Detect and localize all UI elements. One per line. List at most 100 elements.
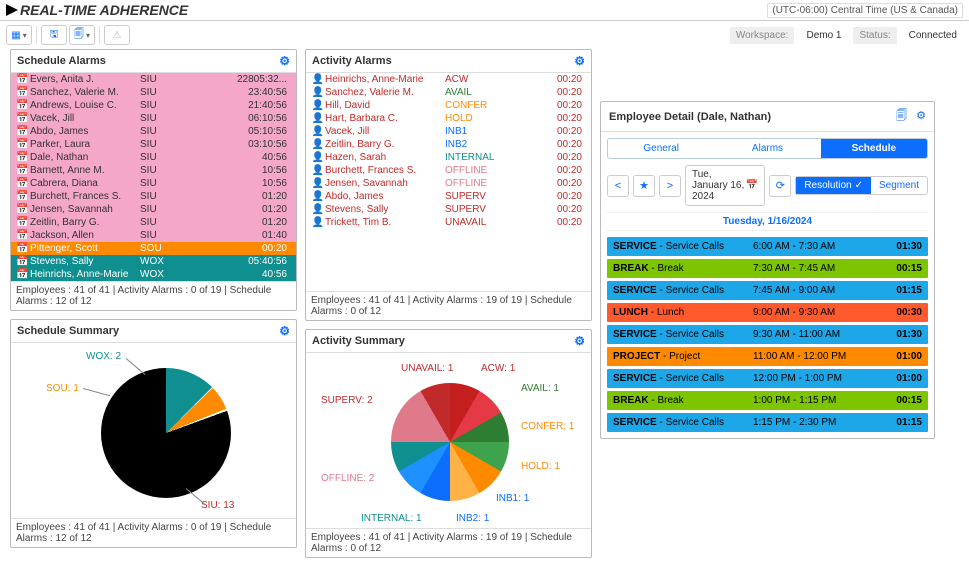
duration: 00:20 xyxy=(525,152,586,163)
state-code: SOU xyxy=(140,243,200,254)
employee-name: Abdo, James xyxy=(30,126,140,137)
activity-alarm-row[interactable]: 👤 Burchett, Frances S. OFFLINE 00:20 xyxy=(306,164,591,177)
schedule-row[interactable]: SERVICE - Service Calls 12:00 PM - 1:00 … xyxy=(607,369,928,388)
activity-alarm-row[interactable]: 👤 Sanchez, Valerie M. AVAIL 00:20 xyxy=(306,86,591,99)
schedule-row[interactable]: SERVICE - Service Calls 9:30 AM - 11:00 … xyxy=(607,325,928,344)
logo-icon xyxy=(6,4,18,16)
schedule-alarm-row[interactable]: 📅 Vacek, Jill SIU 06:10:56 xyxy=(11,112,296,125)
schedule-alarm-row[interactable]: 📅 Pittenger, Scott SOU 00:20 xyxy=(11,242,296,255)
schedule-alarm-row[interactable]: 📅 Zeitlin, Barry G. SIU 01:20 xyxy=(11,216,296,229)
layout-grid-button[interactable]: ▦ xyxy=(6,25,32,45)
next-day-button[interactable]: > xyxy=(659,175,681,197)
employee-name: Sanchez, Valerie M. xyxy=(325,87,445,98)
schedule-alarm-row[interactable]: 📅 Abdo, James SIU 05:10:56 xyxy=(11,125,296,138)
activity-alarm-row[interactable]: 👤 Hazen, Sarah INTERNAL 00:20 xyxy=(306,151,591,164)
alert-button[interactable]: ⚠ xyxy=(104,25,130,45)
app-title: REAL-TIME ADHERENCE xyxy=(6,2,188,18)
status-dot-icon: 👤 xyxy=(311,139,325,150)
schedule-duration: 00:15 xyxy=(882,395,922,406)
activity-code: SUPERV xyxy=(445,204,525,215)
schedule-alarm-row[interactable]: 📅 Evers, Anita J. SIU 22805:32... xyxy=(11,73,296,86)
gear-icon[interactable]: ⚙ xyxy=(279,54,290,68)
state-code: SIU xyxy=(140,87,200,98)
activity-alarm-row[interactable]: 👤 Abdo, James SUPERV 00:20 xyxy=(306,190,591,203)
employee-name: Trickett, Tim B. xyxy=(325,217,445,228)
offline-label: OFFLINE: 2 xyxy=(321,473,374,484)
schedule-alarm-row[interactable]: 📅 Heinrichs, Anne-Marie WOX 40:56 xyxy=(11,268,296,281)
schedule-alarm-row[interactable]: 📅 Cabrera, Diana SIU 10:56 xyxy=(11,177,296,190)
state-code: WOX xyxy=(140,256,200,267)
gear-icon[interactable]: ⚙ xyxy=(916,110,926,122)
schedule-alarms-panel: Schedule Alarms ⚙ 📅 Evers, Anita J. SIU … xyxy=(10,49,297,311)
duration: 00:20 xyxy=(525,113,586,124)
schedule-time: 9:30 AM - 11:00 AM xyxy=(753,329,882,340)
activity-code: INTERNAL xyxy=(445,152,525,163)
schedule-row[interactable]: LUNCH - Lunch 9:00 AM - 9:30 AM 00:30 xyxy=(607,303,928,322)
status-dot-icon: 👤 xyxy=(311,74,325,85)
schedule-alarm-row[interactable]: 📅 Jackson, Allen SIU 01:40 xyxy=(11,229,296,242)
activity-alarm-row[interactable]: 👤 Stevens, Sally SUPERV 00:20 xyxy=(306,203,591,216)
activity-code: CONFER xyxy=(445,100,525,111)
workspace-value[interactable]: Demo 1 xyxy=(800,27,847,44)
employee-name: Evers, Anita J. xyxy=(30,74,140,85)
gear-icon[interactable]: ⚙ xyxy=(574,54,585,68)
activity-alarm-row[interactable]: 👤 Hart, Barbara C. HOLD 00:20 xyxy=(306,112,591,125)
state-code: SIU xyxy=(140,126,200,137)
tab-general[interactable]: General xyxy=(608,139,714,158)
hold-label: HOLD: 1 xyxy=(521,461,560,472)
activity-code: OFFLINE xyxy=(445,178,525,189)
refresh-button[interactable]: ⟳ xyxy=(769,175,791,197)
schedule-type: SERVICE - Service Calls xyxy=(613,285,753,296)
schedule-row[interactable]: SERVICE - Service Calls 7:45 AM - 9:00 A… xyxy=(607,281,928,300)
schedule-alarm-row[interactable]: 📅 Barnett, Anne M. SIU 10:56 xyxy=(11,164,296,177)
tab-alarms[interactable]: Alarms xyxy=(714,139,820,158)
schedule-type: PROJECT - Project xyxy=(613,351,753,362)
tab-schedule[interactable]: Schedule xyxy=(821,139,927,158)
activity-alarm-row[interactable]: 👤 Vacek, Jill INB1 00:20 xyxy=(306,125,591,138)
schedule-alarm-row[interactable]: 📅 Jensen, Savannah SIU 01:20 xyxy=(11,203,296,216)
state-code: SIU xyxy=(140,230,200,241)
segment-button[interactable]: Segment xyxy=(871,177,927,194)
activity-alarm-row[interactable]: 👤 Heinrichs, Anne-Marie ACW 00:20 xyxy=(306,73,591,86)
schedule-row[interactable]: BREAK - Break 7:30 AM - 7:45 AM 00:15 xyxy=(607,259,928,278)
export-button[interactable]: 🗐 xyxy=(69,25,95,45)
schedule-alarm-row[interactable]: 📅 Sanchez, Valerie M. SIU 23:40:56 xyxy=(11,86,296,99)
state-code: SIU xyxy=(140,217,200,228)
gear-icon[interactable]: ⚙ xyxy=(574,334,585,348)
employee-name: Abdo, James xyxy=(325,191,445,202)
schedule-type: SERVICE - Service Calls xyxy=(613,241,753,252)
schedule-duration: 01:30 xyxy=(882,329,922,340)
today-button[interactable]: ★ xyxy=(633,175,655,197)
schedule-alarm-row[interactable]: 📅 Andrews, Louise C. SIU 21:40:56 xyxy=(11,99,296,112)
schedule-row[interactable]: SERVICE - Service Calls 6:00 AM - 7:30 A… xyxy=(607,237,928,256)
schedule-type: LUNCH - Lunch xyxy=(613,307,753,318)
schedule-row[interactable]: PROJECT - Project 11:00 AM - 12:00 PM 01… xyxy=(607,347,928,366)
status-dot-icon: 👤 xyxy=(311,165,325,176)
schedule-alarm-row[interactable]: 📅 Dale, Nathan SIU 40:56 xyxy=(11,151,296,164)
activity-alarm-row[interactable]: 👤 Trickett, Tim B. UNAVAIL 00:20 xyxy=(306,216,591,229)
schedule-row[interactable]: BREAK - Break 1:00 PM - 1:15 PM 00:15 xyxy=(607,391,928,410)
schedule-alarm-row[interactable]: 📅 Burchett, Frances S. SIU 01:20 xyxy=(11,190,296,203)
duration: 00:20 xyxy=(525,74,586,85)
prev-day-button[interactable]: < xyxy=(607,175,629,197)
duration: 00:20 xyxy=(525,191,586,202)
status-dot-icon: 👤 xyxy=(311,100,325,111)
schedule-alarm-row[interactable]: 📅 Parker, Laura SIU 03:10:56 xyxy=(11,138,296,151)
status-dot-icon: 👤 xyxy=(311,204,325,215)
schedule-alarm-row[interactable]: 📅 Stevens, Sally WOX 05:40:56 xyxy=(11,255,296,268)
gear-icon[interactable]: ⚙ xyxy=(279,324,290,338)
activity-alarm-row[interactable]: 👤 Hill, David CONFER 00:20 xyxy=(306,99,591,112)
copy-icon[interactable]: 🗐 xyxy=(896,110,907,122)
activity-alarm-row[interactable]: 👤 Zeitlin, Barry G. INB2 00:20 xyxy=(306,138,591,151)
activity-code: OFFLINE xyxy=(445,165,525,176)
employee-name: Stevens, Sally xyxy=(30,256,140,267)
save-button[interactable]: 🖫 xyxy=(41,25,67,45)
schedule-row[interactable]: SERVICE - Service Calls 1:15 PM - 2:30 P… xyxy=(607,413,928,432)
duration: 00:20 xyxy=(525,217,586,228)
calendar-icon: 📅 xyxy=(16,204,30,215)
resolution-button[interactable]: Resolution✓ xyxy=(796,177,871,194)
duration: 00:20 xyxy=(525,87,586,98)
duration: 05:10:56 xyxy=(200,126,291,137)
activity-alarm-row[interactable]: 👤 Jensen, Savannah OFFLINE 00:20 xyxy=(306,177,591,190)
date-picker[interactable]: Tue, January 16, 2024 📅 xyxy=(685,165,765,206)
